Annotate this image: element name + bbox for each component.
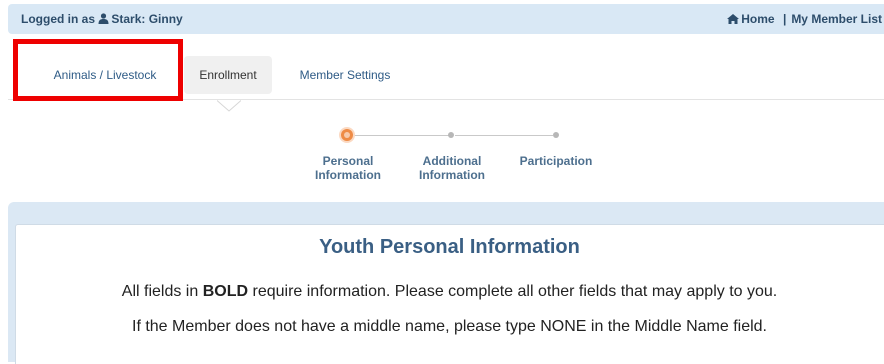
user-icon (98, 13, 109, 27)
home-link-label: Home (741, 12, 775, 26)
tab-animals-livestock[interactable]: Animals / Livestock (30, 56, 180, 94)
step-personal-information[interactable]: Personal Information (288, 154, 408, 182)
stepper-line (352, 135, 450, 136)
my-member-list-link[interactable]: My Member List (791, 12, 882, 26)
step-additional-information[interactable]: Additional Information (392, 154, 512, 182)
middle-name-note: If the Member does not have a middle nam… (132, 318, 767, 335)
enrollment-stepper: Personal Information Additional Informat… (0, 124, 884, 186)
note-text-after: require information. Please complete all… (252, 283, 778, 300)
home-icon (727, 13, 740, 27)
user-name: Stark: Ginny (111, 12, 183, 26)
step-personal-indicator (341, 129, 353, 141)
step-participation-indicator (553, 132, 559, 138)
top-bar: Logged in as Stark: Ginny Home | My Membe… (8, 4, 884, 34)
tab-bar: Animals / Livestock Enrollment Member Se… (8, 56, 884, 100)
required-fields-note: All fields in BOLD require information. … (15, 283, 884, 301)
step-label-line1: Additional (422, 154, 482, 168)
nav-separator: | (782, 12, 787, 26)
step-label-line1: Personal (322, 154, 374, 168)
step-additional-indicator (448, 132, 454, 138)
stepper-line (455, 135, 553, 136)
note-text-bold: BOLD (202, 283, 249, 300)
home-link[interactable]: Home (727, 12, 778, 26)
top-nav: Home | My Member List (727, 12, 882, 27)
step-label-line2: Information (315, 168, 381, 182)
logged-in-info: Logged in as Stark: Ginny (21, 12, 183, 27)
step-label-line1: Participation (519, 154, 593, 168)
step-participation[interactable]: Participation (496, 154, 616, 168)
panel-title: Youth Personal Information (319, 236, 580, 258)
note-text-before: All fields in (121, 283, 199, 300)
active-tab-caret (216, 99, 242, 112)
tab-enrollment[interactable]: Enrollment (184, 56, 272, 94)
tab-divider (8, 99, 884, 100)
tab-member-settings[interactable]: Member Settings (290, 56, 400, 94)
step-label-line2: Information (419, 168, 485, 182)
logged-in-prefix: Logged in as (21, 12, 96, 26)
